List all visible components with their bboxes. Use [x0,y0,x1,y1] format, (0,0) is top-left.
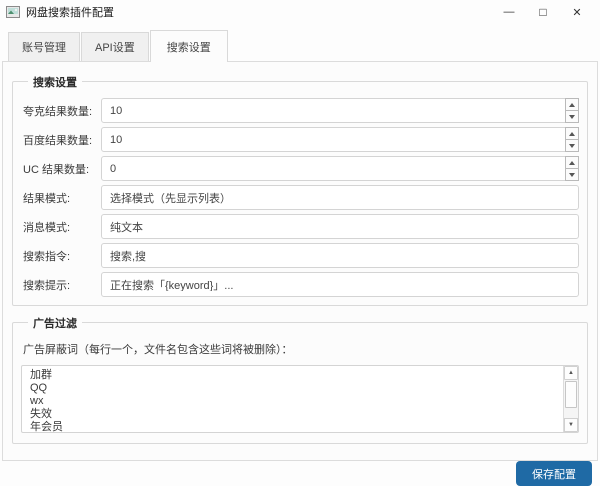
search-command-value[interactable] [102,249,578,262]
spin-up-button[interactable] [565,98,579,111]
ad-filter-group: 广告过滤 广告屏蔽词（每行一个，文件名包含这些词将被删除）： 加群 QQ wx … [12,315,588,444]
blocked-words-description: 广告屏蔽词（每行一个，文件名包含这些词将被删除）： [23,344,293,356]
field-label: 结果模式: [23,192,71,205]
tab-search-settings[interactable]: 搜索设置 [149,30,228,62]
baidu-count-value[interactable] [102,133,578,146]
message-mode-input[interactable] [101,214,579,239]
uc-count-spinner [565,156,579,181]
search-hint-input[interactable] [101,272,579,297]
result-mode-input[interactable] [101,185,579,210]
spin-up-button[interactable] [565,156,579,169]
message-mode-value[interactable] [102,220,578,233]
arrow-up-icon [569,102,575,107]
maximize-button[interactable]: □ [526,1,560,23]
quark-count-input[interactable] [101,98,579,123]
window-title: 网盘搜索插件配置 [26,7,114,19]
form-row-search-hint: 搜索提示: [21,272,579,297]
spin-down-button[interactable] [565,140,579,152]
vertical-scrollbar: ▲ ▼ [563,366,578,432]
scroll-down-button[interactable]: ▼ [564,418,578,432]
tab-bar: 账号管理 API设置 搜索设置 [0,30,600,62]
field-label: 夸克结果数量: [23,105,93,118]
blocked-words-box: 加群 QQ wx 失效 年会员 充值会员 ▲ ▼ [21,365,579,433]
uc-count-value[interactable] [102,162,578,175]
search-settings-page: 搜索设置 夸克结果数量: 百度结果数量: UC 结果数量 [2,61,598,461]
quark-count-value[interactable] [102,104,578,117]
group-title-search: 搜索设置 [28,74,82,90]
field-label: 消息模式: [23,221,71,234]
search-hint-value[interactable] [102,278,578,291]
search-command-input[interactable] [101,243,579,268]
field-label: 搜索提示: [23,279,71,292]
titlebar: 网盘搜索插件配置 — □ ✕ [0,0,600,24]
scrollbar-thumb[interactable] [565,381,577,408]
minimize-button[interactable]: — [492,1,526,23]
form-row-result-mode: 结果模式: [21,185,579,210]
group-title-ad-filter: 广告过滤 [28,315,82,331]
arrow-up-icon [569,160,575,165]
blocked-words-textarea[interactable]: 加群 QQ wx 失效 年会员 充值会员 [22,366,563,432]
arrow-up-icon [569,131,575,136]
baidu-count-input[interactable] [101,127,579,152]
form-row-quark-count: 夸克结果数量: [21,98,579,123]
close-button[interactable]: ✕ [560,1,594,23]
result-mode-value[interactable] [102,191,578,204]
field-label: 搜索指令: [23,250,71,263]
form-row-search-command: 搜索指令: [21,243,579,268]
form-row-baidu-count: 百度结果数量: [21,127,579,152]
window-controls: — □ ✕ [492,1,594,23]
spin-up-button[interactable] [565,127,579,140]
tab-account-management[interactable]: 账号管理 [8,32,80,61]
spin-down-button[interactable] [565,111,579,123]
quark-count-spinner [565,98,579,123]
tab-api-settings[interactable]: API设置 [81,32,149,61]
field-label: 百度结果数量: [23,134,93,147]
spin-down-button[interactable] [565,169,579,181]
save-config-button[interactable]: 保存配置 [516,461,592,486]
uc-count-input[interactable] [101,156,579,181]
form-row-uc-count: UC 结果数量: [21,156,579,181]
arrow-down-icon [569,114,575,119]
arrow-down-icon [569,172,575,177]
baidu-count-spinner [565,127,579,152]
form-row-message-mode: 消息模式: [21,214,579,239]
arrow-down-icon [569,143,575,148]
field-label: UC 结果数量: [23,163,89,176]
scroll-up-button[interactable]: ▲ [564,366,578,380]
search-settings-group: 搜索设置 夸克结果数量: 百度结果数量: UC 结果数量 [12,74,588,306]
app-icon [6,6,20,18]
